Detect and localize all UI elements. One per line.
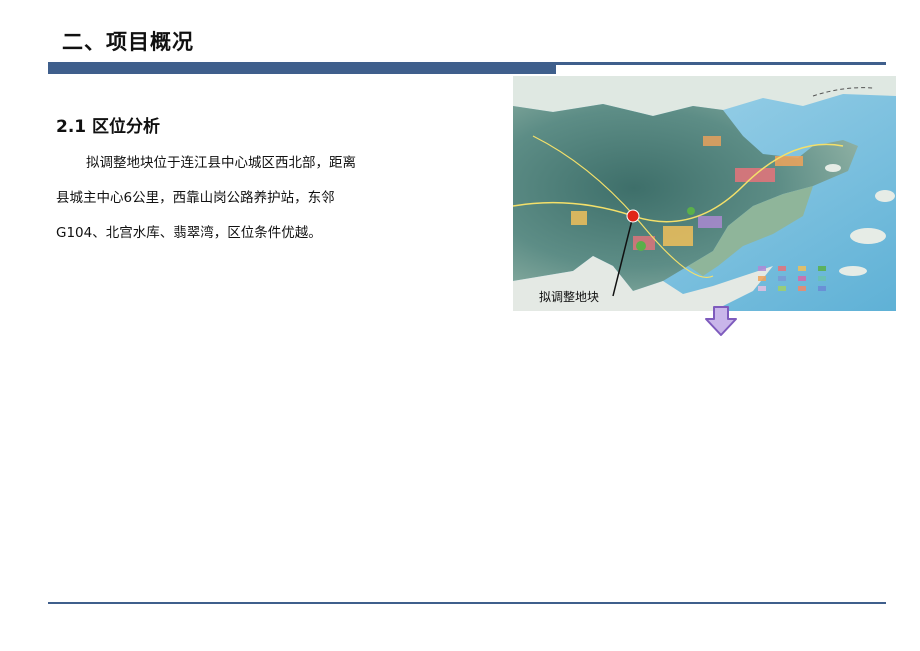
location-map: 拟调整地块 [513, 76, 896, 311]
down-arrow-icon [705, 306, 737, 336]
footer-rule-line [48, 602, 886, 604]
description-line-1: 拟调整地块位于连江县中心城区西北部，距离 [86, 155, 356, 171]
slide-title: 二、项目概况 [62, 30, 194, 54]
description-line-3: G104、北宫水库、翡翠湾，区位条件优越。 [56, 225, 322, 241]
header-rule-line [556, 62, 886, 65]
header-accent-bar [48, 62, 556, 74]
location-marker-icon [626, 209, 640, 223]
location-description: 拟调整地块位于连江县中心城区西北部，距离 县城主中心6公里，西靠山岗公路养护站，… [56, 146, 386, 251]
map-marker-label: 拟调整地块 [539, 290, 600, 304]
map-graphic [513, 76, 896, 311]
description-line-2: 县城主中心6公里，西靠山岗公路养护站，东邻 [56, 190, 335, 206]
section-heading: 2.1 区位分析 [56, 117, 161, 137]
